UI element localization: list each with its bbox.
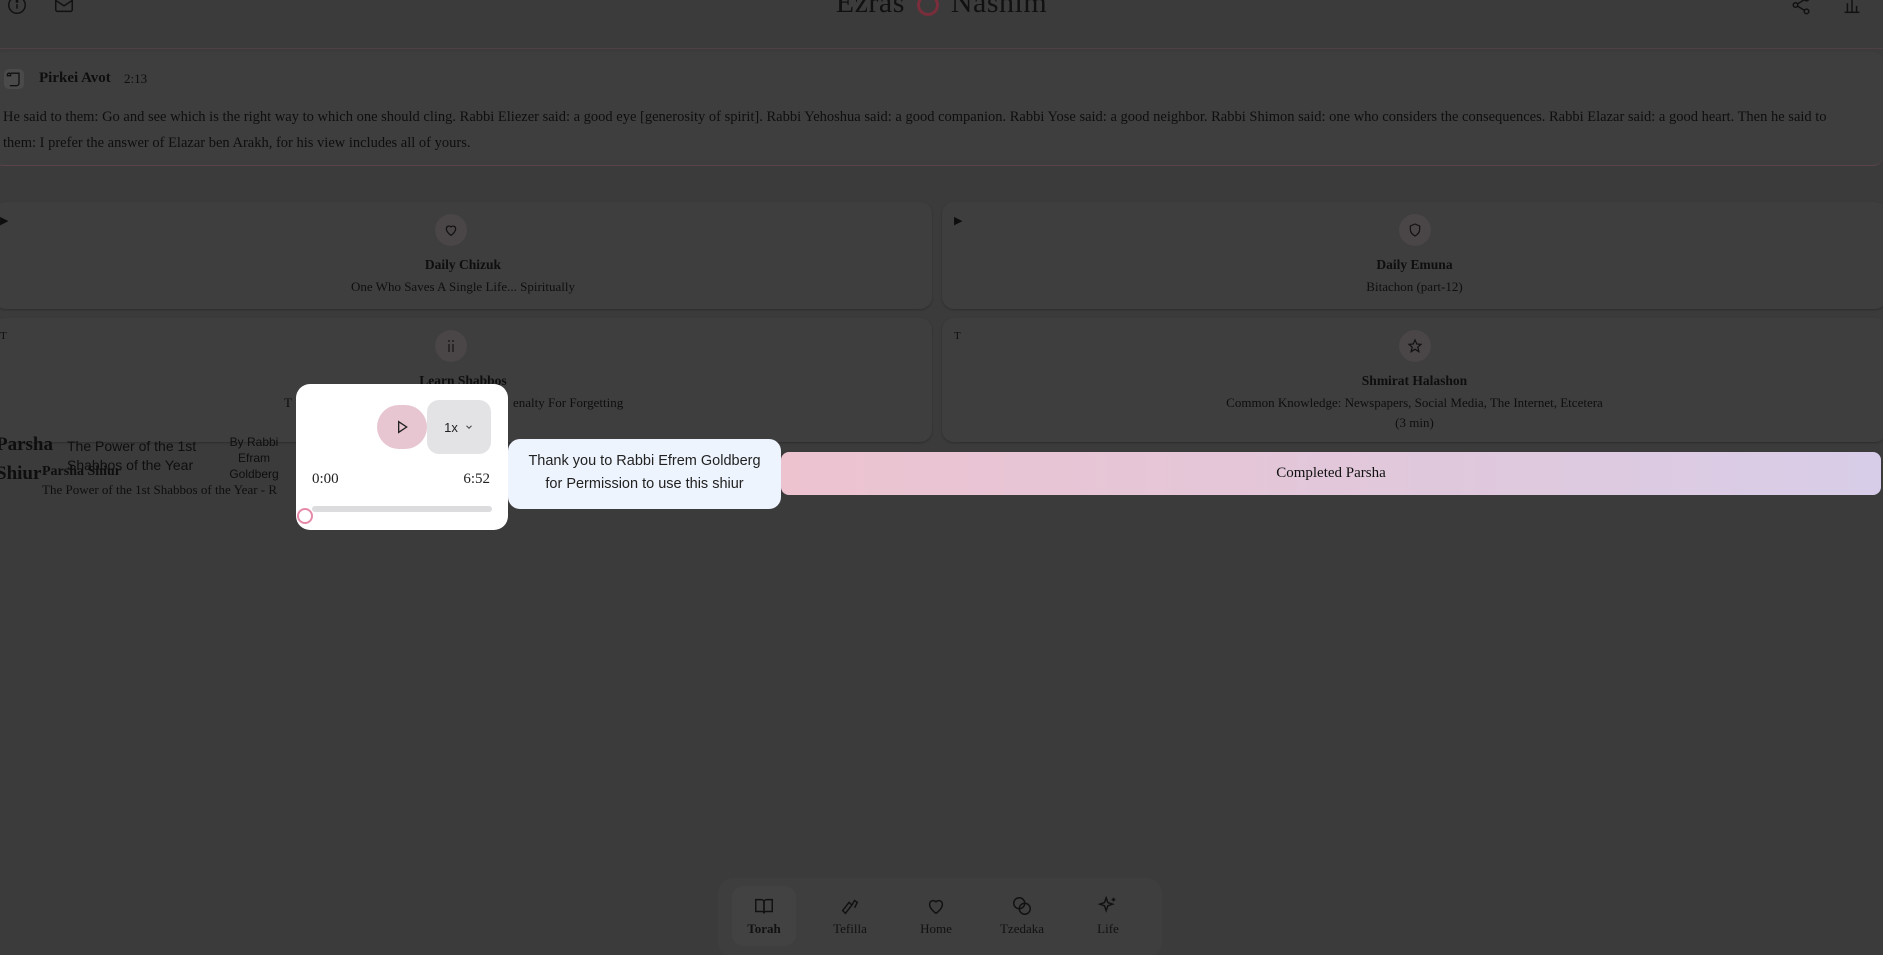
nav-life[interactable]: Life [1076, 886, 1140, 946]
book-icon [755, 898, 773, 914]
nav-label: Life [1097, 921, 1119, 936]
nav-label: Tzedaka [999, 921, 1045, 936]
scroll-icon [4, 69, 24, 89]
parsha-big-label: Parsha [0, 434, 53, 455]
candles-icon [435, 330, 467, 362]
card-subtitle-right: enalty For Forgetting [513, 395, 624, 410]
nav-label: Tefilla [833, 921, 867, 936]
speed-select[interactable]: 1x [427, 400, 491, 454]
progress-track[interactable] [312, 506, 492, 512]
share-icon[interactable] [1790, 0, 1812, 16]
chart-icon[interactable] [1841, 0, 1863, 16]
brand-left: Ezras [835, 0, 905, 19]
audio-player: 1x 0:00 6:52 [296, 384, 508, 530]
pirkei-ref: 2:13 [124, 71, 148, 86]
card-subtitle: Common Knowledge: Newspapers, Social Med… [1226, 395, 1603, 410]
pirkei-title: Pirkei Avot [39, 70, 111, 86]
chevron-down-icon [465, 425, 472, 429]
shiur-big-label: Shiur [0, 463, 42, 484]
play-triangle-icon: ▶ [954, 215, 963, 227]
card-subtitle: One Who Saves A Single Life... Spiritual… [351, 279, 575, 294]
shmirat-halashon-card[interactable]: T Shmirat Halashon Common Knowledge: New… [942, 318, 1883, 442]
card-subtitle: Bitachon (part-12) [1366, 279, 1463, 294]
card-corner-label: T [954, 330, 961, 342]
nav-tzedaka[interactable]: Tzedaka [990, 886, 1054, 946]
brand-right: Nashim [950, 0, 1048, 19]
card-duration: (3 min) [1395, 415, 1434, 430]
speed-value: 1x [444, 419, 458, 435]
nav-home[interactable]: Home [904, 886, 968, 946]
shield-icon [1399, 214, 1431, 246]
completed-parsha-button[interactable]: Completed Parsha [781, 452, 1881, 495]
parsha-shiur-label: Parsha Shiur [42, 464, 121, 479]
card-subtitle-left: T [284, 395, 292, 410]
nav-label: Torah [747, 921, 781, 936]
app-header: Ezras Nashim [0, 0, 1883, 48]
sparkles-icon [1097, 895, 1116, 913]
star-icon [1399, 330, 1431, 362]
nav-torah[interactable]: Torah [732, 886, 796, 946]
progress-knob[interactable] [297, 508, 313, 524]
pirkei-text: He said to them: Go and see which is the… [3, 109, 1827, 151]
play-button[interactable] [377, 405, 427, 449]
pirkei-avot-card[interactable]: Pirkei Avot 2:13 He said to them: Go and… [0, 52, 1883, 166]
play-triangle-icon: ▶ [0, 215, 9, 227]
parsha-shiur-row[interactable]: Parsha Shiur The Power of the 1st Shabbo… [0, 432, 300, 502]
heart-icon [928, 899, 944, 915]
duration-time: 6:52 [463, 471, 490, 487]
brand-logo-icon [916, 0, 939, 17]
nav-tefilla[interactable]: Tefilla [818, 886, 882, 946]
brand-logo: Ezras Nashim [0, 0, 1883, 20]
shiur-overlay-author: By Rabbi Efram Goldberg [229, 435, 279, 481]
bottom-nav: Torah Tefilla Home Tzedaka Life [718, 878, 1162, 955]
permission-line-1: Thank you to Rabbi Efrem Goldberg [528, 453, 761, 469]
coins-icon [1013, 897, 1031, 915]
card-title: Daily Chizuk [424, 257, 502, 272]
daily-emuna-card[interactable]: ▶ Daily Emuna Bitachon (part-12) [942, 202, 1883, 309]
nav-label: Home [920, 921, 952, 936]
daily-chizuk-card[interactable]: ▶ Daily Chizuk One Who Saves A Single Li… [0, 202, 932, 309]
parsha-shiur-subtitle: The Power of the 1st Shabbos of the Year… [42, 482, 278, 497]
heart-icon [435, 214, 467, 246]
card-corner-label: T [0, 330, 7, 342]
current-time: 0:00 [312, 471, 339, 487]
hands-icon [841, 899, 859, 915]
permission-line-2: for Permission to use this shiur [545, 476, 744, 492]
card-title: Daily Emuna [1376, 257, 1453, 272]
permission-note: Thank you to Rabbi Efrem Goldberg for Pe… [508, 439, 781, 509]
card-title: Shmirat Halashon [1361, 373, 1468, 388]
header-divider [0, 48, 1883, 49]
completed-parsha-label: Completed Parsha [1276, 465, 1386, 481]
play-icon [398, 420, 408, 434]
